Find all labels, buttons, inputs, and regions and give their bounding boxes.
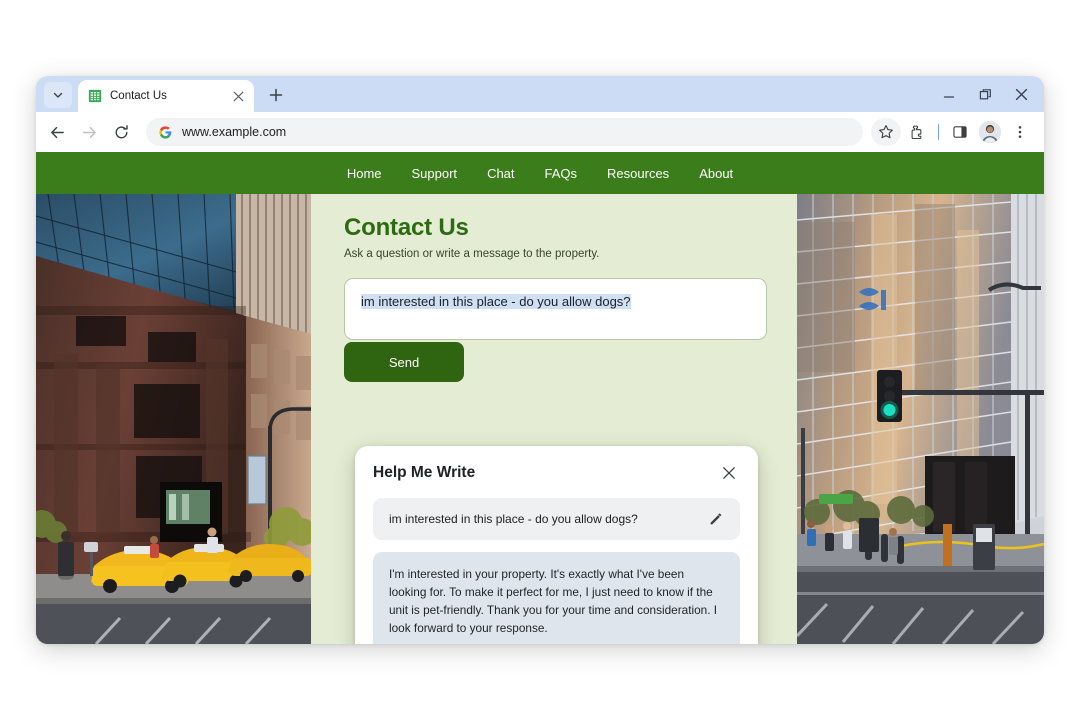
- message-text: im interested in this place - do you all…: [361, 294, 631, 309]
- send-button[interactable]: Send: [344, 342, 464, 382]
- close-icon: [233, 91, 243, 101]
- maximize-button[interactable]: [968, 79, 1002, 109]
- browser-window: Contact Us www.example.com Home Support …: [36, 76, 1044, 644]
- close-icon: [1015, 88, 1027, 100]
- kebab-menu-icon: [1018, 126, 1022, 138]
- generated-result-card: I'm interested in your property. It's ex…: [373, 552, 740, 644]
- page-viewport: Home Support Chat FAQs Resources About C…: [36, 152, 1044, 644]
- pencil-icon[interactable]: [706, 509, 726, 529]
- left-photo: [36, 194, 311, 644]
- prompt-text: im interested in this place - do you all…: [389, 512, 638, 526]
- dialog-title: Help Me Write: [373, 464, 476, 481]
- nav-item-home[interactable]: Home: [347, 166, 382, 181]
- side-panel-button[interactable]: [946, 118, 974, 146]
- city-street-building-with-taxis-image: [36, 194, 311, 644]
- forward-button[interactable]: [74, 117, 104, 147]
- dialog-header: Help Me Write: [373, 462, 740, 484]
- pencil-icon-glyph: [710, 513, 722, 525]
- nav-item-chat[interactable]: Chat: [487, 166, 514, 181]
- browser-menu-button[interactable]: [1006, 118, 1034, 146]
- plus-icon: [269, 88, 283, 102]
- bookmark-button[interactable]: [871, 118, 901, 146]
- back-button[interactable]: [42, 117, 72, 147]
- site-navigation: Home Support Chat FAQs Resources About: [36, 152, 1044, 194]
- url-text: www.example.com: [182, 125, 287, 139]
- tab-strip: Contact Us: [36, 76, 1044, 112]
- tab-search-button[interactable]: [44, 82, 72, 108]
- browser-tab[interactable]: Contact Us: [78, 80, 254, 112]
- message-textarea[interactable]: im interested in this place - do you all…: [344, 278, 767, 340]
- extensions-icon: [911, 125, 922, 140]
- page-body: Contact Us Ask a question or write a mes…: [36, 194, 1044, 644]
- tab-close-button[interactable]: [230, 88, 246, 104]
- close-icon: [723, 467, 735, 479]
- nav-item-support[interactable]: Support: [412, 166, 458, 181]
- address-bar[interactable]: www.example.com: [146, 118, 863, 146]
- reload-icon: [115, 124, 128, 138]
- nav-item-about[interactable]: About: [699, 166, 733, 181]
- back-arrow-icon: [50, 126, 64, 138]
- restore-icon: [979, 88, 991, 99]
- reload-button[interactable]: [106, 117, 136, 147]
- minimize-button[interactable]: [932, 79, 966, 109]
- city-street-glass-building-with-traffic-light-image: [797, 194, 1044, 644]
- minimize-icon: [943, 96, 955, 98]
- nav-item-faqs[interactable]: FAQs: [545, 166, 578, 181]
- window-controls: [932, 76, 1044, 112]
- prompt-row[interactable]: im interested in this place - do you all…: [373, 498, 740, 540]
- help-me-write-dialog: Help Me Write im interested in this plac…: [355, 446, 758, 644]
- extensions-button[interactable]: [903, 118, 931, 146]
- page-title: Contact Us: [344, 214, 469, 241]
- star-icon: [879, 125, 893, 139]
- toolbar-divider: [938, 124, 939, 140]
- side-panel-icon: [953, 126, 967, 138]
- nav-item-resources[interactable]: Resources: [607, 166, 669, 181]
- new-tab-button[interactable]: [262, 81, 290, 109]
- window-close-button[interactable]: [1004, 79, 1038, 109]
- profile-button[interactable]: [976, 118, 1004, 146]
- avatar: [979, 121, 1001, 143]
- chevron-down-icon: [53, 92, 63, 98]
- page-subtitle: Ask a question or write a message to the…: [344, 248, 600, 260]
- dialog-close-button[interactable]: [718, 462, 740, 484]
- generated-text: I'm interested in your property. It's ex…: [389, 567, 718, 635]
- avatar-image: [979, 121, 1001, 143]
- tab-title: Contact Us: [110, 90, 167, 102]
- sheets-grid-icon: [88, 89, 102, 103]
- browser-toolbar: www.example.com: [36, 112, 1044, 152]
- forward-arrow-icon: [82, 126, 96, 138]
- right-photo: [797, 194, 1044, 644]
- google-g-icon: [158, 125, 173, 139]
